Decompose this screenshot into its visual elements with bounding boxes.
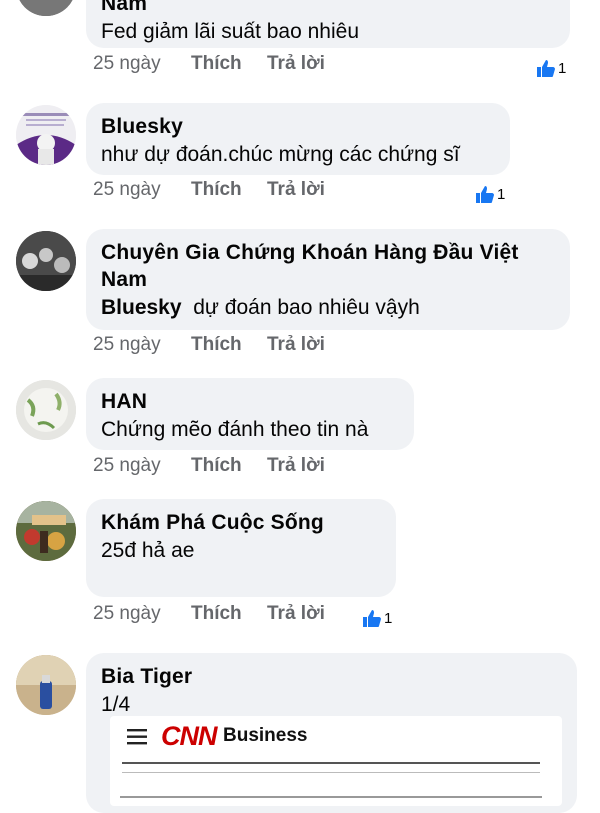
reaction-count-text: 1 [558, 59, 567, 77]
avatar-bia-tiger[interactable] [16, 655, 76, 715]
reaction-count[interactable]: 1 [475, 184, 505, 204]
avatar-kham-pha[interactable] [16, 501, 76, 561]
divider [120, 796, 542, 798]
comment-time: 25 ngày [93, 334, 161, 355]
comment-bubble: Khám Phá Cuộc Sống 25đ hả ae [86, 499, 396, 597]
comment-time: 25 ngày [93, 603, 161, 624]
reply-button[interactable]: Trả lời [267, 178, 325, 202]
comment-author[interactable]: Nam [101, 0, 556, 17]
reaction-count[interactable]: 1 [536, 58, 566, 78]
reply-button[interactable]: Trả lời [267, 454, 325, 478]
comment-text: Fed giảm lãi suất bao nhiêu [101, 20, 359, 43]
cnn-logo: CNN [161, 721, 217, 751]
attached-image[interactable]: CNN Business [110, 716, 562, 806]
cnn-section: Business [223, 725, 308, 746]
comment-time: 25 ngày [93, 455, 161, 476]
avatar-bluesky[interactable] [16, 105, 76, 165]
comment-bubble: HAN Chứng mẽo đánh theo tin nà [86, 378, 414, 450]
divider [122, 762, 540, 764]
comment-text: như dự đoán.chúc mừng các chứng sĩ [101, 143, 460, 166]
comment-meta: 25 ngày Thích Trả lời [93, 454, 325, 478]
like-icon [476, 186, 494, 203]
comment-time: 25 ngày [93, 53, 161, 74]
reply-button[interactable]: Trả lời [267, 602, 325, 626]
divider [122, 772, 540, 773]
comment-author[interactable]: Bluesky [101, 113, 496, 140]
comment-meta: 25 ngày Thích Trả lời [93, 52, 325, 76]
comment-author[interactable]: HAN [101, 388, 400, 415]
like-button[interactable]: Thích [191, 52, 267, 76]
like-button[interactable]: Thích [191, 602, 267, 626]
comment-text: Bluesky dự đoán bao nhiêu vậyh [101, 293, 556, 323]
avatar-expert[interactable] [16, 231, 76, 291]
comment-bubble: Chuyên Gia Chứng Khoán Hàng Đầu Việt Nam… [86, 229, 570, 330]
like-button[interactable]: Thích [191, 178, 267, 202]
like-button[interactable]: Thích [191, 454, 267, 478]
like-icon [363, 610, 381, 627]
like-button[interactable]: Thích [191, 333, 267, 357]
comment-author-line2: Nam [101, 268, 148, 291]
reply-button[interactable]: Trả lời [267, 52, 325, 76]
reply-button[interactable]: Trả lời [267, 333, 325, 357]
comment-meta: 25 ngày Thích Trả lời [93, 602, 325, 626]
comment-meta: 25 ngày Thích Trả lời [93, 178, 325, 202]
comment-body: dự đoán bao nhiêu vậyh [193, 296, 420, 319]
comment-author[interactable]: Chuyên Gia Chứng Khoán Hàng Đầu Việt Nam [101, 239, 556, 293]
comment-author-line1: Chuyên Gia Chứng Khoán Hàng Đầu Việt [101, 241, 519, 264]
mention-tag[interactable]: Bluesky [101, 296, 182, 319]
comment-author[interactable]: Khám Phá Cuộc Sống [101, 509, 382, 536]
comment-time: 25 ngày [93, 179, 161, 200]
comment-bubble: Bluesky như dự đoán.chúc mừng các chứng … [86, 103, 510, 175]
reaction-count[interactable]: 1 [362, 608, 392, 628]
like-icon [537, 60, 555, 77]
comment-meta: 25 ngày Thích Trả lời [93, 333, 325, 357]
comment-bubble: Nam Fed giảm lãi suất bao nhiêu [86, 0, 570, 48]
hamburger-menu-icon [127, 729, 147, 745]
reaction-count-text: 1 [497, 185, 506, 203]
comment-text: 25đ hả ae [101, 539, 195, 562]
avatar-han[interactable] [16, 380, 76, 440]
comment-text: Chứng mẽo đánh theo tin nà [101, 418, 369, 441]
reaction-count-text: 1 [384, 609, 393, 627]
comment-author[interactable]: Bia Tiger [101, 663, 563, 690]
avatar[interactable] [16, 0, 76, 16]
